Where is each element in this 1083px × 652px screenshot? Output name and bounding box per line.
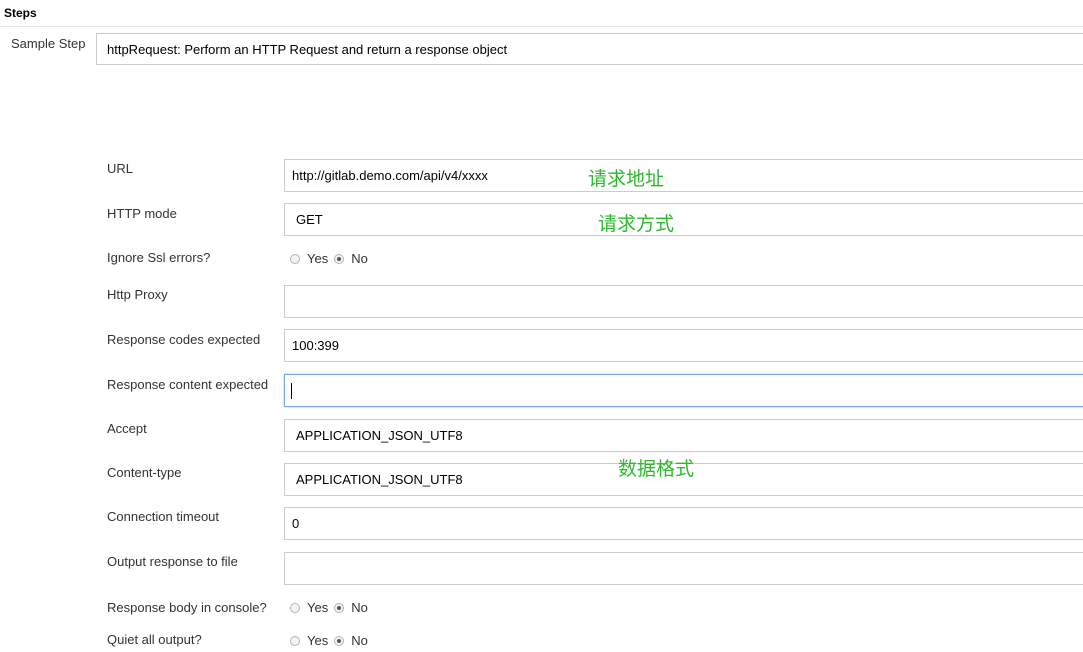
url-input-value: http://gitlab.demo.com/api/v4/xxxx: [292, 168, 488, 183]
ignore-ssl-no-label: No: [351, 251, 368, 266]
ignore-ssl-yes-label: Yes: [307, 251, 329, 266]
accept-label: Accept: [107, 421, 147, 436]
sample-step-label: Sample Step: [11, 36, 86, 51]
http-mode-selected-value: GET: [296, 212, 323, 227]
quiet-output-radio-group: Yes No: [290, 633, 374, 648]
text-cursor: [291, 382, 292, 399]
url-input[interactable]: http://gitlab.demo.com/api/v4/xxxx: [284, 159, 1083, 192]
sample-step-select[interactable]: httpRequest: Perform an HTTP Request and…: [96, 33, 1083, 65]
section-divider: [0, 26, 1083, 27]
body-console-no-label: No: [351, 600, 368, 615]
body-console-yes-radio[interactable]: [290, 602, 300, 613]
connection-timeout-input-value: 0: [292, 516, 300, 531]
response-content-label: Response content expected: [107, 377, 269, 392]
ignore-ssl-label: Ignore Ssl errors?: [107, 250, 211, 265]
output-file-label: Output response to file: [107, 554, 238, 569]
quiet-output-no-radio[interactable]: [334, 635, 345, 646]
quiet-output-label: Quiet all output?: [107, 632, 202, 647]
quiet-output-yes-label: Yes: [307, 633, 329, 648]
response-codes-input[interactable]: 100:399: [284, 329, 1083, 362]
body-console-label: Response body in console?: [107, 600, 267, 615]
ignore-ssl-radio-group: Yes No: [290, 251, 374, 266]
ignore-ssl-yes-radio[interactable]: [290, 253, 300, 264]
sample-step-selected-value: httpRequest: Perform an HTTP Request and…: [107, 42, 508, 57]
body-console-no-radio[interactable]: [334, 602, 345, 613]
ignore-ssl-no-radio[interactable]: [334, 253, 345, 264]
quiet-output-no-label: No: [351, 633, 368, 648]
accept-select[interactable]: APPLICATION_JSON_UTF8: [284, 419, 1083, 452]
body-console-radio-group: Yes No: [290, 600, 374, 615]
connection-timeout-label: Connection timeout: [107, 509, 220, 524]
http-mode-select[interactable]: GET: [284, 203, 1083, 236]
content-type-label: Content-type: [107, 465, 182, 480]
url-label: URL: [107, 161, 134, 176]
quiet-output-yes-radio[interactable]: [290, 635, 300, 646]
accept-selected-value: APPLICATION_JSON_UTF8: [296, 428, 463, 443]
content-type-selected-value: APPLICATION_JSON_UTF8: [296, 472, 463, 487]
http-proxy-label: Http Proxy: [107, 287, 168, 302]
section-title: Steps: [4, 6, 37, 20]
response-content-input[interactable]: [284, 374, 1083, 407]
http-mode-annotation: 请求方式: [598, 213, 675, 235]
output-file-input[interactable]: [284, 552, 1083, 585]
http-mode-label: HTTP mode: [107, 206, 177, 221]
response-codes-label: Response codes expected: [107, 332, 261, 347]
http-proxy-input[interactable]: [284, 285, 1083, 318]
response-codes-input-value: 100:399: [292, 338, 339, 353]
content-type-annotation: 数据格式: [618, 458, 695, 480]
connection-timeout-input[interactable]: 0: [284, 507, 1083, 540]
body-console-yes-label: Yes: [307, 600, 329, 615]
url-annotation: 请求地址: [588, 168, 665, 190]
